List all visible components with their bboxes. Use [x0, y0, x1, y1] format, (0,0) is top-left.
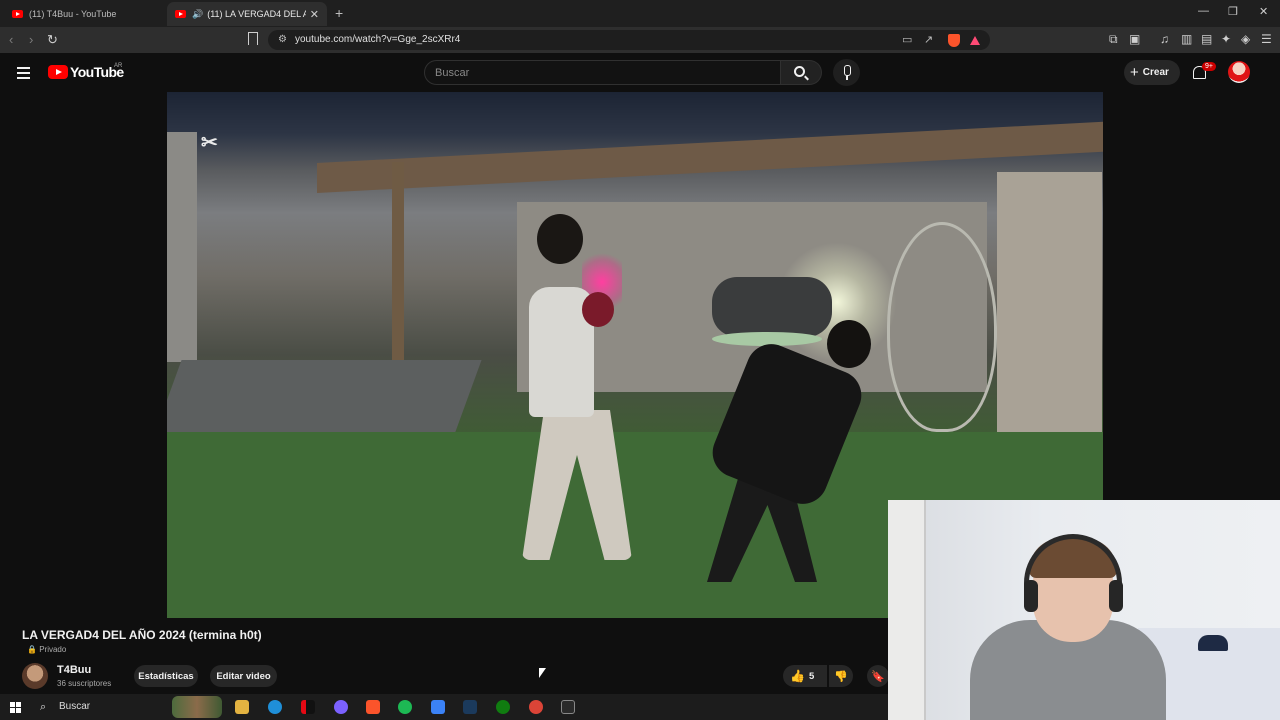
webcam-door — [888, 500, 926, 720]
url-text: youtube.com/watch?v=Gge_2scXRr4 — [295, 34, 461, 45]
back-icon[interactable]: ‹ — [9, 32, 13, 47]
mouse-cursor-icon — [539, 668, 546, 678]
sidebar-icon[interactable]: ▥ — [1181, 32, 1192, 46]
headphone-ear-right — [1109, 580, 1123, 612]
webcam-overlay — [888, 500, 1280, 720]
steam-icon[interactable] — [463, 700, 477, 714]
screenshot-icon[interactable]: ▣ — [1129, 32, 1140, 46]
headphone-ear-left — [1024, 580, 1038, 612]
spotify-icon[interactable] — [398, 700, 412, 714]
plus-icon: + — [1130, 64, 1139, 81]
analytics-button[interactable]: Estadísticas — [134, 665, 198, 687]
close-tab-icon[interactable]: ✕ — [310, 8, 319, 21]
forward-icon[interactable]: › — [29, 32, 33, 47]
wallet-icon[interactable]: ▤ — [1201, 32, 1212, 46]
like-count: 5 — [808, 670, 815, 682]
channel-avatar[interactable] — [22, 663, 48, 689]
file-explorer-icon[interactable] — [235, 700, 249, 714]
video-person-head — [827, 320, 871, 368]
create-button[interactable]: + Crear — [1124, 60, 1180, 85]
search-placeholder: Buscar — [435, 67, 470, 79]
video-scene-hanging-chair — [887, 222, 997, 432]
discord-icon[interactable] — [334, 700, 348, 714]
taskbar-search-icon[interactable]: ⌕ — [40, 701, 46, 714]
tab-label: (11) T4Buu - YouTube — [29, 9, 117, 19]
privacy-label: Privado — [39, 645, 67, 654]
vpn-icon[interactable]: ◈ — [1241, 32, 1250, 46]
share-icon[interactable]: ↗ — [924, 33, 933, 46]
bookmark-icon: 🔖 — [871, 670, 885, 683]
thumbs-down-icon: 👎 — [834, 670, 848, 683]
like-button[interactable]: 👍 5 — [783, 665, 827, 687]
epic-games-icon[interactable] — [561, 700, 575, 714]
extensions-icon[interactable]: ⧉ — [1109, 32, 1118, 47]
address-bar-row: ‹ › ↻ ⚙ youtube.com/watch?v=Gge_2scXRr4 … — [0, 27, 1280, 53]
leo-ai-icon[interactable]: ✦ — [1221, 32, 1231, 46]
video-scene-post — [392, 162, 404, 392]
minimize-icon[interactable]: — — [1198, 5, 1209, 17]
capcut-watermark-icon: ✂ — [201, 132, 218, 154]
edit-video-button[interactable]: Editar video — [210, 665, 277, 687]
video-title: LA VERGAD4 DEL AÑO 2024 (termina h0t) — [22, 628, 262, 642]
account-avatar[interactable] — [1228, 61, 1250, 83]
speaker-icon[interactable]: 🔊 — [192, 9, 203, 20]
windows-start-icon[interactable] — [10, 702, 21, 713]
weather-widget[interactable] — [172, 696, 222, 718]
youtube-logo-icon[interactable] — [48, 65, 68, 79]
brave-shield-icon[interactable] — [948, 34, 960, 47]
store-icon[interactable] — [431, 700, 445, 714]
dislike-button[interactable]: 👎 — [829, 665, 853, 687]
site-info-icon[interactable]: ⚙ — [278, 34, 287, 45]
xbox-icon[interactable] — [496, 700, 510, 714]
bookmark-icon[interactable] — [248, 32, 258, 45]
subscriber-count: 36 suscriptores — [57, 679, 112, 688]
privacy-badge: 🔒 Privado — [27, 645, 67, 654]
channel-name[interactable]: T4Buu — [57, 664, 91, 676]
reload-icon[interactable]: ↻ — [47, 32, 58, 48]
save-button[interactable]: 🔖 — [867, 665, 889, 687]
hamburger-menu-icon[interactable] — [17, 67, 30, 79]
youtube-favicon-icon — [12, 10, 23, 18]
video-boxing-glove — [582, 292, 614, 327]
search-icon — [794, 66, 805, 77]
youtube-favicon-icon — [175, 10, 186, 18]
browser-tab-strip: (11) T4Buu - YouTube 🔊 (11) LA VERGAD4 D… — [0, 0, 1280, 27]
edge-icon[interactable] — [268, 700, 282, 714]
chrome-icon[interactable] — [529, 700, 543, 714]
windows-taskbar: ⌕ Buscar — [0, 694, 888, 720]
video-scene-post — [167, 132, 197, 362]
video-scene-path — [167, 360, 482, 440]
create-label: Crear — [1142, 67, 1169, 78]
notification-badge: 9+ — [1202, 62, 1216, 71]
search-button[interactable] — [781, 60, 822, 85]
thumbs-up-icon: 👍 — [790, 669, 805, 683]
new-tab-icon[interactable]: + — [335, 5, 343, 21]
netflix-icon[interactable] — [301, 700, 315, 714]
tab-channel[interactable]: (11) T4Buu - YouTube — [4, 2, 166, 26]
video-person-head — [537, 214, 583, 264]
menu-icon[interactable]: ☰ — [1261, 32, 1272, 46]
video-scene-people — [712, 277, 832, 337]
url-field[interactable]: ⚙ youtube.com/watch?v=Gge_2scXRr4 ▭ ↗ — [268, 30, 990, 50]
music-icon[interactable]: ♫ — [1160, 32, 1169, 46]
cast-icon[interactable]: ▭ — [902, 33, 912, 46]
headphones-icon — [1024, 534, 1122, 604]
tab-label: (11) LA VERGAD4 DEL AÑO 2 — [207, 9, 306, 19]
country-code: AR — [114, 63, 123, 69]
youtube-header: YouTube AR Buscar + Crear 9+ — [0, 53, 1280, 93]
brave-rewards-icon[interactable] — [970, 36, 980, 45]
close-window-icon[interactable]: ✕ — [1259, 5, 1268, 18]
video-scene-pergola — [317, 121, 1103, 193]
voice-search-icon[interactable] — [833, 59, 860, 86]
taskbar-search-label[interactable]: Buscar — [59, 701, 90, 712]
tab-video-active[interactable]: 🔊 (11) LA VERGAD4 DEL AÑO 2 ✕ — [167, 2, 327, 26]
restore-icon[interactable]: ❐ — [1228, 5, 1238, 18]
brave-icon[interactable] — [366, 700, 380, 714]
search-input[interactable]: Buscar — [424, 60, 781, 85]
webcam-cap — [1198, 635, 1228, 651]
